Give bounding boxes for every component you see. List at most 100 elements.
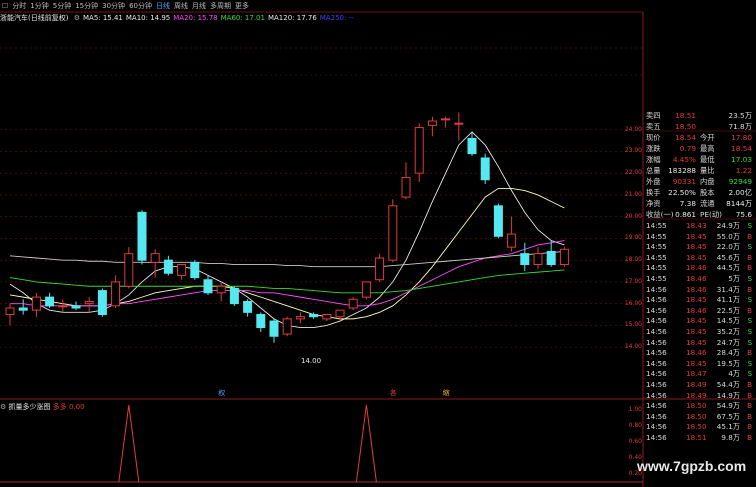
period-tab[interactable]: 月线: [192, 1, 206, 11]
candle-body[interactable]: [441, 118, 451, 121]
candle-body[interactable]: [229, 287, 239, 305]
quote-v2: 92949: [728, 177, 752, 186]
candle-body[interactable]: [493, 205, 503, 237]
candle-body[interactable]: [97, 290, 107, 316]
trade-p: 18.45: [686, 295, 707, 305]
candle-body[interactable]: [190, 261, 200, 279]
trade-t: 14:56: [646, 401, 667, 411]
trade-p: 18.51: [686, 432, 707, 442]
candle-body[interactable]: [163, 259, 173, 274]
period-tab[interactable]: 15分钟: [75, 1, 98, 11]
candle-body[interactable]: [137, 211, 147, 261]
period-tab[interactable]: 分时: [12, 1, 26, 11]
quote-v1: 0.861: [675, 210, 696, 219]
trade-t: 14:55: [646, 221, 667, 230]
ma-legend-item: MA60: 17.01: [220, 14, 265, 22]
candle-body[interactable]: [454, 122, 464, 125]
indicator-title[interactable]: 抓量多少涨图: [9, 403, 51, 411]
candle-body[interactable]: [414, 127, 424, 174]
candle-body[interactable]: [216, 285, 226, 294]
candle-body[interactable]: [427, 120, 437, 126]
candle-body[interactable]: [520, 253, 530, 266]
candle-body[interactable]: [348, 298, 358, 309]
watermark: www.7gpzb.com: [637, 458, 747, 474]
trade-v: 54.4万: [716, 379, 740, 389]
candle-body[interactable]: [322, 314, 332, 320]
trade-v: 14.9万: [716, 390, 740, 400]
candle-body[interactable]: [71, 305, 81, 309]
candle-body[interactable]: [388, 205, 398, 261]
event-marker[interactable]: 缩: [443, 388, 450, 397]
candle-body[interactable]: [559, 248, 569, 266]
period-tab[interactable]: 5分钟: [53, 1, 71, 11]
candle-body[interactable]: [361, 281, 371, 298]
candle-body[interactable]: [467, 137, 477, 155]
period-tab[interactable]: 1分钟: [30, 1, 48, 11]
candle-body[interactable]: [295, 316, 305, 320]
indicator-gear-icon[interactable]: ⚙: [0, 403, 6, 411]
candle-body[interactable]: [58, 305, 68, 308]
ma20-line: [10, 240, 565, 307]
candle-body[interactable]: [243, 300, 253, 313]
period-tab[interactable]: 多周期: [210, 1, 231, 11]
menu-box-icon[interactable]: ☐: [2, 2, 8, 10]
candle-body[interactable]: [401, 177, 411, 198]
trade-d: B: [747, 401, 752, 411]
trade-p: 18.45: [686, 231, 707, 241]
trade-p: 18.46: [686, 348, 707, 358]
trade-v: 14.5万: [716, 316, 740, 326]
trade-row: 14:55 18.46 5万 S: [646, 274, 754, 285]
trade-t: 14:56: [646, 432, 667, 442]
event-marker[interactable]: 各: [390, 388, 397, 397]
candle-body[interactable]: [335, 309, 345, 318]
candle-body[interactable]: [256, 314, 266, 329]
candle-body[interactable]: [480, 157, 490, 181]
trade-t: 14:55: [646, 252, 667, 262]
candle-body[interactable]: [84, 300, 94, 305]
candle-body[interactable]: [177, 264, 187, 276]
candle-body[interactable]: [18, 307, 28, 311]
event-marker[interactable]: 权: [218, 388, 225, 397]
tick-trades-list[interactable]: 14:55 18.43 24.9万 S 14:55 18.45 55.0万 B 14:55 18.…: [646, 221, 754, 443]
candle-body[interactable]: [546, 250, 556, 266]
quote-v1: 7.38: [679, 199, 696, 208]
candle-body[interactable]: [45, 296, 55, 307]
trade-row: 14:56 18.45 41.1万 S: [646, 295, 754, 306]
candle-body[interactable]: [31, 296, 41, 311]
trade-p: 18.46: [686, 263, 707, 273]
candle-body[interactable]: [111, 281, 121, 307]
quote-k2: 流通: [700, 199, 715, 208]
trade-v: 67.5万: [716, 411, 740, 421]
ma-legend: 浙能汽车(日线前复权) ⚙ MA5: 15.41 MA10: 14.95 MA20: …: [0, 13, 357, 24]
candle-body[interactable]: [269, 320, 279, 337]
candle-body[interactable]: [309, 314, 319, 318]
candle-body[interactable]: [282, 318, 292, 335]
quote-k1: 外盘: [646, 177, 661, 186]
period-tab[interactable]: 更多: [235, 1, 249, 11]
trade-row: 14:55 18.45 55.0万 B: [646, 232, 754, 243]
trade-p: 18.45: [686, 252, 707, 262]
candle-body[interactable]: [124, 253, 134, 287]
low-price-label: 14.00: [301, 357, 322, 365]
candle-body[interactable]: [507, 233, 517, 248]
trade-p: 18.45: [686, 337, 707, 347]
candle-body[interactable]: [150, 253, 160, 263]
trade-d: B: [747, 411, 752, 421]
trade-p: 18.50: [686, 411, 707, 421]
ma-settings-icon[interactable]: ⚙: [74, 14, 80, 22]
period-tab[interactable]: 60分钟: [129, 1, 152, 11]
trade-d: S: [747, 358, 752, 368]
period-tab[interactable]: 日线: [156, 1, 170, 11]
candle-body[interactable]: [533, 253, 543, 266]
quote-k2: 股本: [700, 188, 715, 197]
trade-t: 14:55: [646, 273, 667, 283]
candle-body[interactable]: [5, 307, 15, 316]
period-tab[interactable]: 30分钟: [102, 1, 125, 11]
candle-body[interactable]: [375, 257, 385, 281]
candle-body[interactable]: [203, 279, 213, 294]
ma-legend-item: MA20: 15.78: [173, 14, 218, 22]
period-tab[interactable]: 周线: [174, 1, 188, 11]
trade-row: 14:56 18.46 31.4万 B: [646, 285, 754, 296]
indicator-spike: [355, 404, 377, 483]
ma-legend-item: MA120: 17.76: [267, 14, 317, 22]
